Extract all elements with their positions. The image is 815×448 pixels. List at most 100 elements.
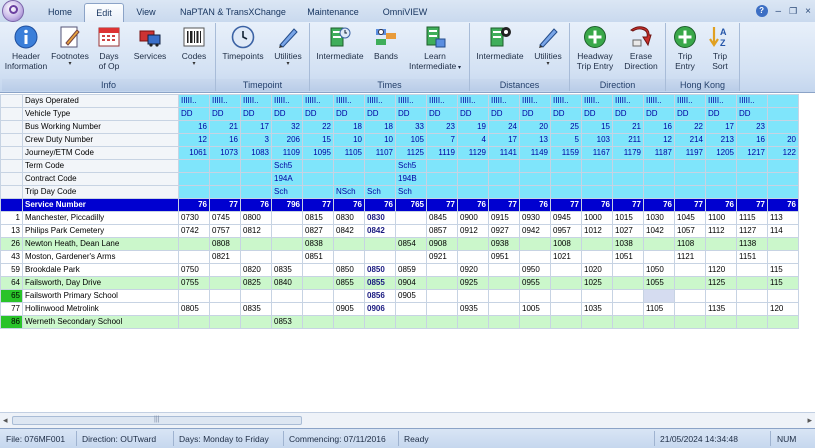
- grid-cell[interactable]: 1149: [519, 146, 551, 160]
- time-cell[interactable]: 0838: [302, 237, 334, 251]
- time-cell[interactable]: [457, 289, 489, 303]
- time-cell[interactable]: [240, 237, 272, 251]
- timepoints-button[interactable]: Timepoints: [218, 25, 268, 61]
- help-icon[interactable]: ?: [755, 5, 768, 17]
- grid-cell[interactable]: 17: [240, 120, 272, 134]
- grid-cell[interactable]: [240, 185, 272, 199]
- service-number-cell[interactable]: 76: [643, 198, 675, 212]
- time-cell[interactable]: [240, 315, 272, 329]
- grid-cell[interactable]: 24: [488, 120, 520, 134]
- grid-cell[interactable]: [550, 159, 582, 173]
- grid-cell[interactable]: [488, 159, 520, 173]
- time-cell[interactable]: 114: [767, 224, 799, 238]
- time-cell[interactable]: [736, 276, 768, 290]
- grid-cell[interactable]: 23: [426, 120, 458, 134]
- grid-cell[interactable]: 10: [364, 133, 396, 147]
- grid-cell[interactable]: 21: [612, 120, 644, 134]
- time-cell[interactable]: [736, 315, 768, 329]
- time-cell[interactable]: [395, 211, 427, 225]
- time-cell[interactable]: 0950: [519, 263, 551, 277]
- time-cell[interactable]: 1057: [674, 224, 706, 238]
- grid-cell[interactable]: 1105: [333, 146, 365, 160]
- grid-cell[interactable]: 12: [178, 133, 210, 147]
- service-number-cell[interactable]: 77: [426, 198, 458, 212]
- grid-cell[interactable]: DD: [736, 107, 768, 121]
- time-cell[interactable]: 0835: [271, 263, 303, 277]
- grid-cell[interactable]: Sch5: [395, 159, 427, 173]
- time-cell[interactable]: 0857: [426, 224, 458, 238]
- tab-edit[interactable]: Edit: [84, 3, 124, 22]
- grid-cell[interactable]: 19: [457, 120, 489, 134]
- grid-cell[interactable]: [457, 172, 489, 186]
- grid-cell[interactable]: [736, 172, 768, 186]
- time-cell[interactable]: 0821: [209, 250, 241, 264]
- time-cell[interactable]: [519, 315, 551, 329]
- grid-cell[interactable]: [767, 120, 799, 134]
- time-cell[interactable]: 0908: [426, 237, 458, 251]
- time-cell[interactable]: 1035: [581, 302, 613, 316]
- grid-cell[interactable]: [643, 159, 675, 173]
- grid-cell[interactable]: [674, 172, 706, 186]
- grid-cell[interactable]: [302, 159, 334, 173]
- time-cell[interactable]: 1105: [643, 302, 675, 316]
- grid-cell[interactable]: 25: [550, 120, 582, 134]
- grid-cell[interactable]: 5: [550, 133, 582, 147]
- grid-cell[interactable]: 1205: [705, 146, 737, 160]
- time-cell[interactable]: 0730: [178, 211, 210, 225]
- grid-cell[interactable]: IIIII..: [674, 94, 706, 108]
- time-cell[interactable]: 0830: [364, 211, 396, 225]
- time-cell[interactable]: [674, 302, 706, 316]
- grid-cell[interactable]: [488, 172, 520, 186]
- time-cell[interactable]: [178, 250, 210, 264]
- time-cell[interactable]: [271, 224, 303, 238]
- time-cell[interactable]: [271, 211, 303, 225]
- service-number-cell[interactable]: 77: [674, 198, 706, 212]
- time-cell[interactable]: [674, 263, 706, 277]
- timepoint-utilities-button[interactable]: Utilities ▾: [270, 25, 306, 67]
- grid-cell[interactable]: [426, 172, 458, 186]
- grid-cell[interactable]: 22: [302, 120, 334, 134]
- time-cell[interactable]: [674, 289, 706, 303]
- time-cell[interactable]: 113: [767, 211, 799, 225]
- time-cell[interactable]: [178, 237, 210, 251]
- time-cell[interactable]: [550, 276, 582, 290]
- grid-cell[interactable]: [612, 172, 644, 186]
- time-cell[interactable]: [550, 315, 582, 329]
- grid-cell[interactable]: DD: [705, 107, 737, 121]
- time-cell[interactable]: 0925: [457, 276, 489, 290]
- time-cell[interactable]: [395, 315, 427, 329]
- grid-cell[interactable]: DD: [550, 107, 582, 121]
- time-cell[interactable]: 0820: [240, 263, 272, 277]
- time-cell[interactable]: [302, 263, 334, 277]
- scroll-right-icon[interactable]: ▸: [807, 415, 812, 426]
- time-cell[interactable]: [240, 289, 272, 303]
- time-cell[interactable]: [209, 289, 241, 303]
- time-cell[interactable]: 1012: [581, 224, 613, 238]
- time-cell[interactable]: 0800: [240, 211, 272, 225]
- grid-cell[interactable]: [767, 107, 799, 121]
- grid-cell[interactable]: 214: [674, 133, 706, 147]
- time-cell[interactable]: 1151: [736, 250, 768, 264]
- grid-cell[interactable]: 7: [426, 133, 458, 147]
- grid-cell[interactable]: [488, 185, 520, 199]
- time-cell[interactable]: [364, 315, 396, 329]
- time-cell[interactable]: 0942: [519, 224, 551, 238]
- grid-cell[interactable]: DD: [674, 107, 706, 121]
- trip-entry-button[interactable]: Trip Entry: [668, 25, 702, 71]
- grid-cell[interactable]: 17: [488, 133, 520, 147]
- grid-cell[interactable]: 1167: [581, 146, 613, 160]
- time-cell[interactable]: [581, 237, 613, 251]
- grid-cell[interactable]: 1217: [736, 146, 768, 160]
- time-cell[interactable]: 1045: [674, 211, 706, 225]
- time-cell[interactable]: [767, 315, 799, 329]
- time-cell[interactable]: 0920: [457, 263, 489, 277]
- time-cell[interactable]: 1021: [550, 250, 582, 264]
- trip-sort-button[interactable]: AZ Trip Sort: [704, 25, 736, 71]
- time-cell[interactable]: 0945: [550, 211, 582, 225]
- time-cell[interactable]: 0845: [426, 211, 458, 225]
- time-cell[interactable]: 1127: [736, 224, 768, 238]
- time-cell[interactable]: [767, 250, 799, 264]
- grid-cell[interactable]: Sch: [364, 185, 396, 199]
- grid-cell[interactable]: DD: [395, 107, 427, 121]
- tab-maintenance[interactable]: Maintenance: [300, 3, 366, 22]
